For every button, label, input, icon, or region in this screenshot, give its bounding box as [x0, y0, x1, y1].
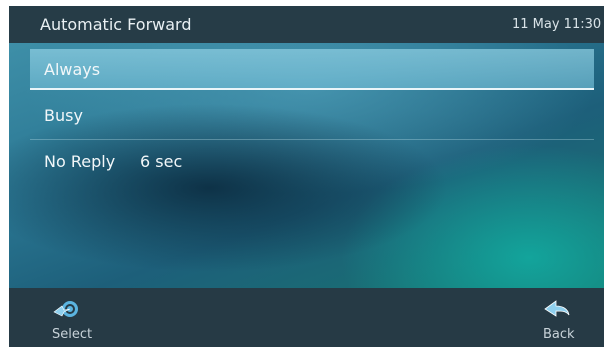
menu-item-always[interactable]: Always	[30, 49, 594, 90]
date-time: 11 May 11:30	[512, 17, 602, 32]
menu-divider	[30, 139, 594, 140]
phone-screen: Always Busy No Reply 6 sec Automatic For…	[9, 6, 604, 347]
menu-item-label: Always	[44, 60, 101, 79]
select-label: Select	[52, 327, 93, 342]
softkey-bar: Select Back	[9, 288, 604, 347]
menu-item-label: Busy	[44, 106, 83, 125]
menu-item-no-reply[interactable]: No Reply 6 sec	[30, 141, 594, 182]
back-arrow-icon	[543, 298, 571, 324]
menu-item-busy[interactable]: Busy	[30, 95, 594, 136]
title-bar: Automatic Forward 11 May 11:30	[9, 6, 604, 43]
page-title: Automatic Forward	[40, 15, 192, 34]
back-softkey[interactable]: Back	[519, 288, 599, 347]
select-arrow-icon	[52, 298, 80, 324]
back-label: Back	[543, 327, 575, 342]
menu-item-label: No Reply	[44, 152, 116, 171]
select-softkey[interactable]: Select	[43, 288, 123, 347]
no-reply-timeout-value: 6 sec	[140, 152, 183, 171]
menu-area: Always Busy No Reply 6 sec	[9, 43, 604, 288]
